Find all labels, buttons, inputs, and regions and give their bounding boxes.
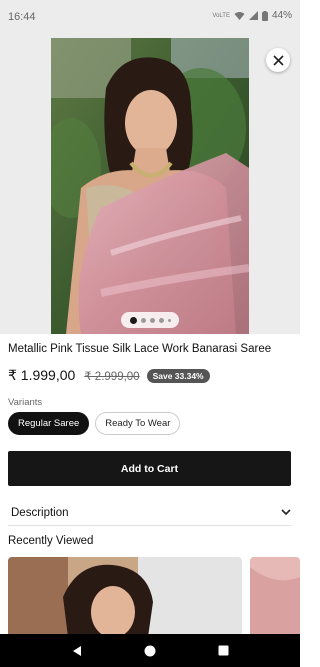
- description-label: Description: [11, 506, 69, 519]
- recently-viewed-card[interactable]: [8, 557, 242, 637]
- save-badge: Save 33.34%: [146, 368, 210, 383]
- system-navigation-bar: [0, 634, 300, 667]
- recently-viewed-card[interactable]: [250, 557, 300, 637]
- image-pagination[interactable]: [121, 312, 179, 328]
- pagination-dot[interactable]: [140, 317, 146, 323]
- signal-icon: [248, 11, 258, 20]
- variants-label: Variants: [8, 397, 43, 408]
- recents-icon[interactable]: [218, 645, 229, 656]
- variant-option-regular-saree[interactable]: Regular Saree: [8, 412, 90, 435]
- status-bar: 16:44 VoLTE 44%: [0, 0, 300, 36]
- pagination-dot[interactable]: [158, 317, 164, 323]
- product-gallery[interactable]: [0, 36, 300, 334]
- battery-icon: [261, 10, 268, 21]
- recently-viewed-title: Recently Viewed: [8, 535, 94, 547]
- description-accordion[interactable]: Description: [8, 500, 291, 526]
- chevron-down-icon: [281, 509, 291, 516]
- status-icons: VoLTE 44%: [212, 10, 292, 21]
- product-image[interactable]: [51, 38, 249, 334]
- pagination-dot[interactable]: [129, 316, 137, 324]
- price-row: ₹ 1.999,00 ₹ 2.999,00 Save 33.34%: [8, 367, 210, 384]
- close-button[interactable]: [266, 48, 290, 72]
- status-time: 16:44: [8, 11, 36, 23]
- back-icon[interactable]: [71, 645, 83, 657]
- close-icon: [272, 54, 284, 66]
- recently-viewed-image: [8, 557, 242, 637]
- variant-option-ready-to-wear[interactable]: Ready To Wear: [95, 412, 181, 435]
- volte-indicator: VoLTE: [212, 12, 230, 19]
- variant-options: Regular Saree Ready To Wear: [8, 412, 181, 435]
- original-price: ₹ 2.999,00: [84, 370, 140, 383]
- pagination-dot[interactable]: [167, 318, 171, 322]
- current-price: ₹ 1.999,00: [8, 367, 76, 383]
- product-title: Metallic Pink Tissue Silk Lace Work Bana…: [8, 343, 272, 355]
- recently-viewed-image: [250, 557, 300, 637]
- battery-percentage: 44%: [271, 10, 292, 21]
- wifi-icon: [234, 12, 245, 20]
- home-icon[interactable]: [144, 645, 156, 657]
- pagination-dot[interactable]: [149, 317, 155, 323]
- add-to-cart-button[interactable]: Add to Cart: [8, 451, 291, 486]
